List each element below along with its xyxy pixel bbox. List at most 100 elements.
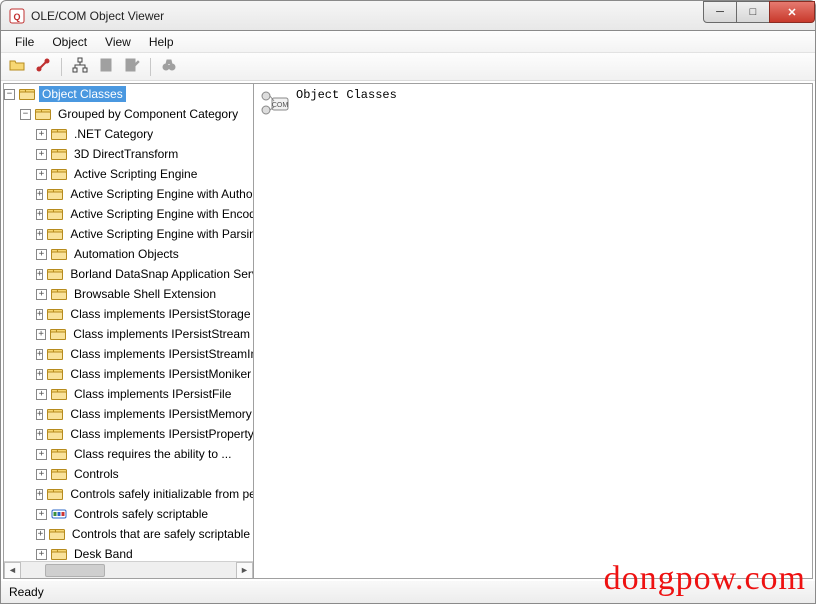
folder-icon: [51, 446, 67, 462]
tree-node[interactable]: + Automation Objects: [36, 244, 253, 264]
edit-button[interactable]: [122, 57, 142, 77]
folder-icon: [51, 466, 67, 482]
tree-node[interactable]: +Controls that are safely scriptable: [36, 524, 253, 544]
tree-node-label: Automation Objects: [71, 246, 182, 262]
tree-node[interactable]: + Class implements IPersistMoniker: [36, 364, 253, 384]
expand-icon[interactable]: +: [36, 149, 47, 160]
tree-node[interactable]: + .NET Category: [36, 124, 253, 144]
folder-icon: [51, 546, 67, 562]
expand-icon[interactable]: +: [36, 529, 45, 540]
tree-node-label: Controls: [71, 466, 122, 482]
scroll-right-icon[interactable]: ►: [236, 562, 253, 579]
folder-icon: [47, 306, 63, 322]
tree-node[interactable]: +Browsable Shell Extension: [36, 284, 253, 304]
expand-icon[interactable]: +: [36, 249, 47, 260]
tree-node[interactable]: +Class implements IPersistPropertyBag: [36, 424, 253, 444]
expand-icon[interactable]: +: [36, 469, 47, 480]
edit-page-icon: [124, 57, 140, 76]
folder-icon: [51, 146, 67, 162]
tree-node-label: Active Scripting Engine with Parsing: [67, 226, 253, 242]
folder-icon: [47, 206, 63, 222]
tree-node-label: 3D DirectTransform: [71, 146, 181, 162]
folder-icon: [49, 526, 65, 542]
expand-icon[interactable]: +: [36, 389, 47, 400]
folder-icon: [51, 386, 67, 402]
tree-node[interactable]: +Class implements IPersistFile: [36, 384, 253, 404]
expand-icon[interactable]: +: [36, 229, 43, 240]
folder-icon: [47, 486, 63, 502]
scroll-track[interactable]: [21, 562, 236, 579]
tree-node-label: Active Scripting Engine with Authoring: [67, 186, 253, 202]
tree-node[interactable]: −Object Classes: [4, 84, 253, 104]
menu-object[interactable]: Object: [44, 33, 95, 51]
expand-icon[interactable]: +: [36, 349, 43, 360]
toolbar-separator: [61, 58, 62, 76]
tree-node[interactable]: +Class requires the ability to ...: [36, 444, 253, 464]
expand-icon[interactable]: +: [36, 289, 47, 300]
folder-icon: [51, 286, 67, 302]
tree-node[interactable]: +Class implements IPersistStreamInit: [36, 344, 253, 364]
tree-node[interactable]: + Controls: [36, 464, 253, 484]
folder-icon: [47, 186, 63, 202]
window-title: OLE/COM Object Viewer: [31, 9, 164, 23]
titlebar: OLE/COM Object Viewer ─ □ ✕: [0, 0, 816, 30]
tree-node[interactable]: +Class implements IPersistStorage: [36, 304, 253, 324]
tree-node[interactable]: − Grouped by Component Category: [20, 104, 253, 124]
maximize-icon: □: [750, 6, 757, 18]
tree-node[interactable]: + Controls safely scriptable: [36, 504, 253, 524]
tree-node[interactable]: +Active Scripting Engine with Encoding: [36, 204, 253, 224]
tree-node-label: Controls safely scriptable: [71, 506, 211, 522]
tree-node-label: Class implements IPersistMemory: [67, 406, 253, 422]
scroll-left-icon[interactable]: ◄: [4, 562, 21, 579]
scroll-thumb[interactable]: [45, 564, 105, 577]
collapse-icon[interactable]: −: [20, 109, 31, 120]
bind-button[interactable]: [33, 57, 53, 77]
expand-icon[interactable]: +: [36, 209, 43, 220]
tree-scroll[interactable]: −Object Classes−Grouped by Component Cat…: [4, 84, 253, 578]
tree-node[interactable]: + Class implements IPersistMemory: [36, 404, 253, 424]
tree-node[interactable]: +Controls safely initializable from pers…: [36, 484, 253, 504]
maximize-button[interactable]: □: [736, 1, 770, 23]
tree-node[interactable]: +3D DirectTransform: [36, 144, 253, 164]
minimize-button[interactable]: ─: [703, 1, 737, 23]
expand-icon[interactable]: +: [36, 549, 47, 560]
tree-node[interactable]: + Active Scripting Engine with Parsing: [36, 224, 253, 244]
expand-icon[interactable]: +: [36, 269, 43, 280]
expand-icon[interactable]: +: [36, 429, 43, 440]
tree-node-label: Class implements IPersistMoniker: [67, 366, 253, 382]
folder-icon: [47, 266, 63, 282]
folder-icon: [51, 126, 67, 142]
collapse-icon[interactable]: −: [4, 89, 15, 100]
expand-icon[interactable]: +: [36, 169, 47, 180]
expand-icon[interactable]: +: [36, 309, 43, 320]
folder-icon: [35, 106, 51, 122]
tree-node-label: .NET Category: [71, 126, 156, 142]
status-text: Ready: [9, 585, 44, 599]
horizontal-scrollbar[interactable]: ◄ ►: [4, 561, 253, 578]
tree-node[interactable]: + Active Scripting Engine with Authoring: [36, 184, 253, 204]
expand-icon[interactable]: +: [36, 489, 43, 500]
menu-view[interactable]: View: [97, 33, 139, 51]
props-button[interactable]: [96, 57, 116, 77]
expand-icon[interactable]: +: [36, 129, 47, 140]
close-button[interactable]: ✕: [769, 1, 815, 23]
hierarchy-button[interactable]: [70, 57, 90, 77]
open-button[interactable]: [7, 57, 27, 77]
expand-icon[interactable]: +: [36, 369, 43, 380]
expand-icon[interactable]: +: [36, 509, 47, 520]
tree-node[interactable]: +Class implements IPersistStream: [36, 324, 253, 344]
menubar: File Object View Help: [1, 31, 815, 53]
expand-icon[interactable]: +: [36, 449, 47, 460]
binoculars-icon: [161, 57, 177, 76]
menu-file[interactable]: File: [7, 33, 42, 51]
expand-icon[interactable]: +: [36, 329, 46, 340]
folder-icon: [50, 326, 66, 342]
tree-node-label: Grouped by Component Category: [55, 106, 241, 122]
find-button[interactable]: [159, 57, 179, 77]
detail-header: Object Classes: [258, 88, 808, 120]
expand-icon[interactable]: +: [36, 409, 43, 420]
tree-node[interactable]: +Borland DataSnap Application Servers: [36, 264, 253, 284]
expand-icon[interactable]: +: [36, 189, 43, 200]
tree-node[interactable]: +Active Scripting Engine: [36, 164, 253, 184]
menu-help[interactable]: Help: [141, 33, 182, 51]
